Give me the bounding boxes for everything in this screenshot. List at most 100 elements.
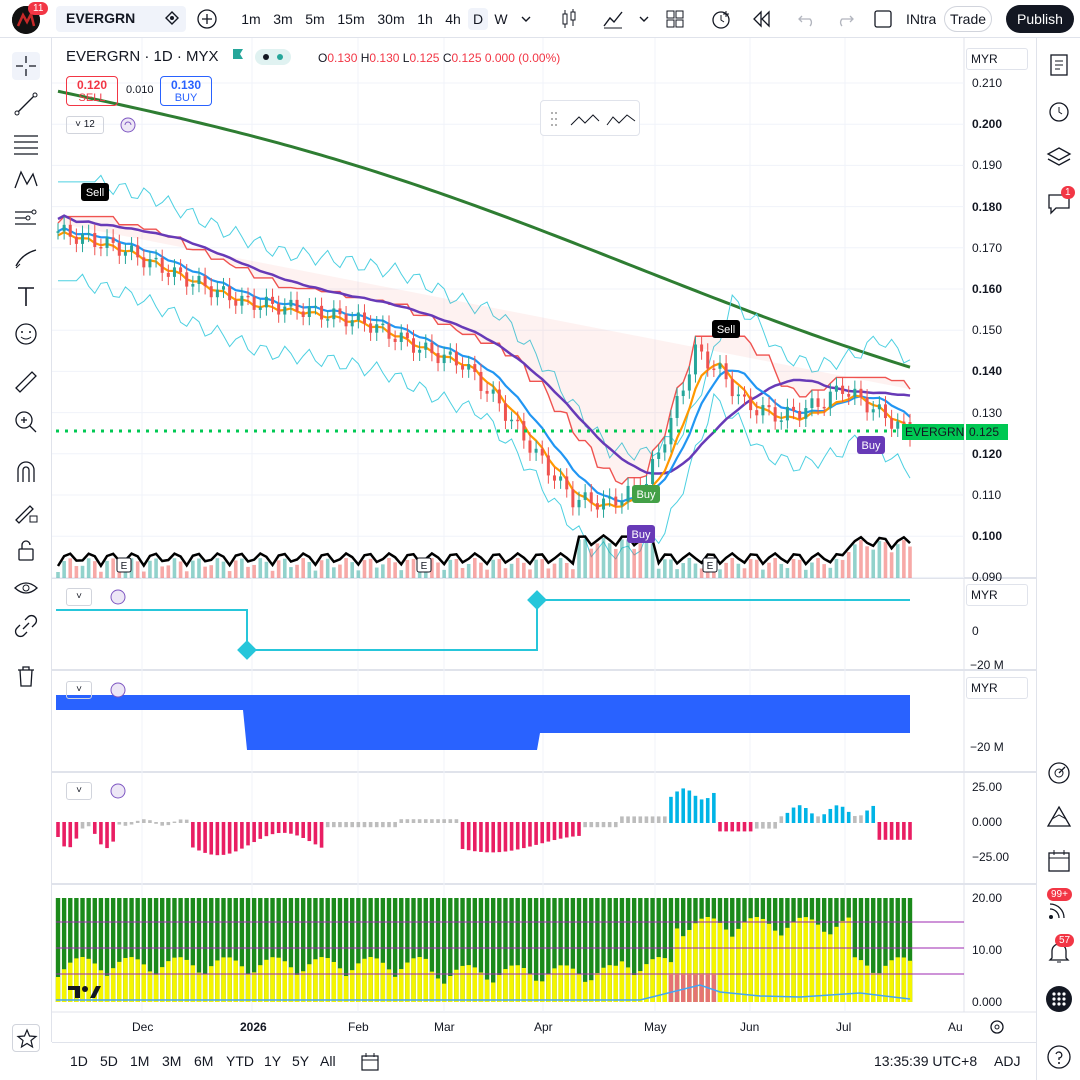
pane4-histogram-bar bbox=[411, 819, 416, 823]
settings-icon[interactable] bbox=[988, 1018, 1006, 1041]
volume-bar bbox=[350, 562, 355, 578]
pane4-histogram-bar bbox=[871, 805, 876, 823]
volume-bar bbox=[730, 558, 735, 578]
volume-bar bbox=[687, 558, 692, 578]
candle-body bbox=[779, 420, 783, 422]
range-3m[interactable]: 3M bbox=[162, 1053, 181, 1069]
range-5y[interactable]: 5Y bbox=[292, 1053, 309, 1069]
drawing-widget[interactable] bbox=[540, 100, 640, 136]
pane4-histogram-bar bbox=[699, 799, 704, 823]
sell-button[interactable]: 0.120 SELL bbox=[66, 76, 118, 106]
time-tick: Feb bbox=[348, 1020, 369, 1034]
candle-body bbox=[74, 236, 78, 244]
pane4-histogram-bar bbox=[534, 822, 538, 845]
candle-body bbox=[350, 320, 354, 327]
goto-date-icon[interactable] bbox=[360, 1052, 380, 1075]
pane5-yellow-bar bbox=[466, 965, 471, 1002]
price-tick: 0.170 bbox=[972, 240, 1003, 255]
range-6m[interactable]: 6M bbox=[194, 1053, 213, 1069]
pane4-histogram-bar bbox=[485, 822, 489, 853]
pane4-histogram-bar bbox=[558, 822, 563, 839]
visibility-toggle[interactable] bbox=[254, 49, 291, 66]
chart-canvas[interactable]: E E E Sell Sell Buy Buy Buy bbox=[0, 0, 1080, 1080]
pane5-yellow-bar bbox=[313, 959, 318, 1002]
candle-body bbox=[657, 452, 661, 459]
candle-body bbox=[179, 267, 183, 273]
pane5-yellow-bar bbox=[356, 963, 361, 1002]
adj-toggle[interactable]: ADJ bbox=[994, 1053, 1020, 1069]
refresh-icon[interactable] bbox=[120, 117, 136, 138]
candle-body bbox=[148, 259, 152, 268]
candle-body bbox=[185, 272, 189, 287]
range-1d[interactable]: 1D bbox=[70, 1053, 88, 1069]
pane4-histogram-bar bbox=[442, 819, 446, 823]
pane4-histogram-bar bbox=[810, 813, 814, 823]
pane4-histogram-bar bbox=[767, 822, 771, 829]
pane3-currency[interactable]: MYR bbox=[966, 677, 1028, 699]
volume-bar bbox=[154, 558, 158, 578]
flag-icon[interactable] bbox=[231, 48, 245, 66]
pane5-yellow-bar bbox=[166, 961, 171, 1002]
pane4-histogram-bar bbox=[264, 822, 269, 837]
pane5-yellow-bar bbox=[828, 934, 833, 1002]
candle-body bbox=[473, 364, 477, 372]
volume-bar bbox=[203, 566, 207, 578]
range-1m[interactable]: 1M bbox=[130, 1053, 149, 1069]
pane5-yellow-bar bbox=[644, 964, 649, 1002]
pane3-collapse[interactable]: ˅ bbox=[66, 681, 92, 699]
volume-bar bbox=[834, 558, 839, 578]
pane5-yellow-bar bbox=[380, 962, 386, 1002]
pane5-yellow-bar bbox=[527, 973, 533, 1002]
pane5-yellow-bar bbox=[368, 957, 373, 1002]
volume-bar bbox=[246, 566, 250, 578]
candle-body bbox=[706, 351, 710, 369]
pane4-histogram-bar bbox=[221, 822, 226, 855]
pane4-histogram-bar bbox=[497, 822, 502, 853]
candle-body bbox=[834, 385, 838, 392]
range-all[interactable]: All bbox=[320, 1053, 336, 1069]
pane2-currency[interactable]: MYR bbox=[966, 584, 1028, 606]
candle-body bbox=[442, 354, 446, 364]
candle-body bbox=[197, 275, 201, 285]
pane5-yellow-bar bbox=[417, 957, 422, 1002]
buy-button[interactable]: 0.130 BUY bbox=[160, 76, 212, 106]
pane4-histogram-bar bbox=[374, 822, 379, 828]
currency-select[interactable]: MYR bbox=[966, 48, 1028, 70]
volume-bar bbox=[160, 566, 165, 578]
clock[interactable]: 13:35:39 UTC+8 bbox=[874, 1053, 977, 1069]
range-5d[interactable]: 5D bbox=[100, 1053, 118, 1069]
pane4-histogram-bar bbox=[681, 788, 686, 823]
buy-signal-label: Buy bbox=[862, 440, 881, 452]
pane5-yellow-bar bbox=[227, 957, 232, 1002]
mid-ma-line bbox=[57, 214, 911, 475]
indicators-collapse[interactable]: ˅ 12 bbox=[66, 116, 104, 134]
pane5-yellow-bar bbox=[736, 928, 741, 1002]
pane5-yellow-bar bbox=[319, 957, 324, 1002]
volume-bar bbox=[270, 570, 275, 578]
candle-body bbox=[203, 275, 207, 287]
candle-body bbox=[528, 440, 532, 453]
volume-bar bbox=[816, 558, 820, 578]
pane4-histogram-bar bbox=[742, 822, 747, 832]
candle-body bbox=[467, 364, 471, 370]
range-1y[interactable]: 1Y bbox=[264, 1053, 281, 1069]
price-tick: 0.090 bbox=[972, 570, 1003, 585]
volume-bar bbox=[491, 559, 495, 578]
pane4-collapse[interactable]: ˅ bbox=[66, 782, 92, 800]
pane2-collapse[interactable]: ˅ bbox=[66, 588, 92, 606]
range-ytd[interactable]: YTD bbox=[226, 1053, 254, 1069]
pane5-yellow-bar bbox=[576, 974, 582, 1002]
candle-body bbox=[313, 305, 317, 308]
refresh-icon[interactable] bbox=[110, 589, 126, 610]
pane4-histogram-bar bbox=[307, 822, 312, 842]
pane5-yellow-bar bbox=[901, 957, 907, 1002]
volume-bar bbox=[761, 569, 765, 578]
refresh-icon[interactable] bbox=[110, 682, 126, 703]
candle-body bbox=[283, 306, 287, 315]
refresh-icon[interactable] bbox=[110, 783, 126, 804]
pane4-histogram-bar bbox=[117, 822, 122, 825]
pane5-yellow-bar bbox=[803, 917, 808, 1002]
sell-signal-label: Sell bbox=[717, 324, 735, 336]
volume-bar bbox=[669, 559, 673, 578]
chevron-down-icon: ˅ bbox=[76, 785, 82, 796]
